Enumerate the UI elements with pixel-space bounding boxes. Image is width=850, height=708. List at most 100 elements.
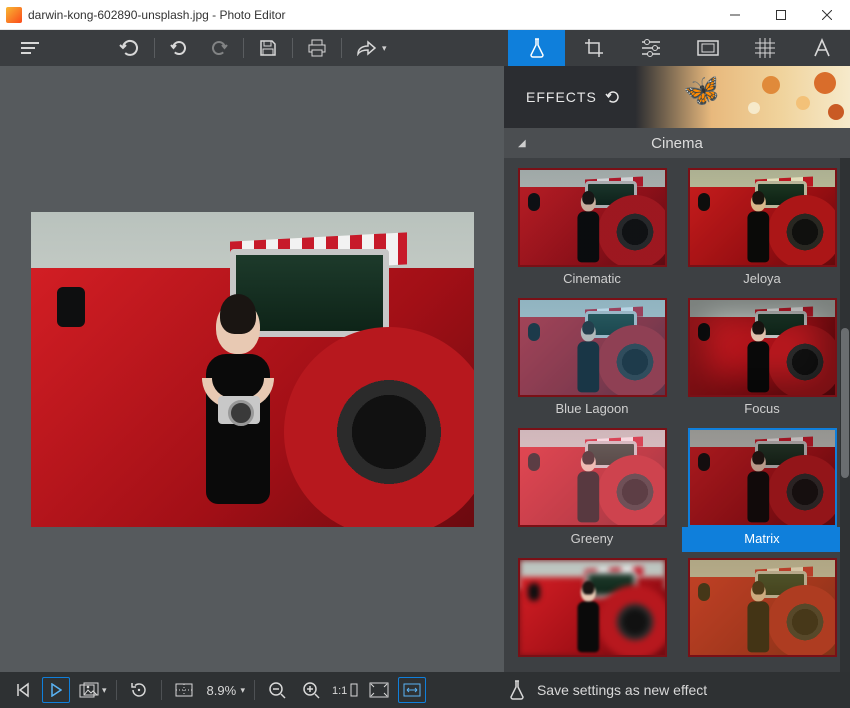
flask-icon	[507, 679, 527, 701]
tool-tabs	[508, 30, 850, 66]
window-titlebar: darwin-kong-602890-unsplash.jpg - Photo …	[0, 0, 850, 30]
effect-preview	[518, 168, 667, 267]
effects-grid: Cinematic Jeloya Blue Lagoon Focus Greeny Mat…	[504, 158, 850, 667]
undo-large-icon	[119, 39, 141, 57]
tab-adjust[interactable]	[622, 30, 679, 66]
zoom-out-button[interactable]	[260, 672, 294, 708]
actual-size-button[interactable]: 1:1	[328, 672, 362, 708]
effect-label: Blue Lagoon	[512, 397, 672, 422]
effect-label	[682, 657, 842, 667]
play-icon	[50, 683, 62, 697]
effects-category-header[interactable]: ◢ Cinema	[504, 128, 850, 158]
effect-preview	[688, 168, 837, 267]
grid-small-icon	[175, 683, 193, 697]
bottom-toolbar: ▾ 8.9% ▾ 1:1 Save settings as new effect	[0, 672, 850, 708]
effect-thumb-cinematic[interactable]: Cinematic	[512, 168, 672, 292]
effect-label	[512, 657, 672, 667]
play-slideshow-button[interactable]	[42, 677, 70, 703]
blossom-decoration	[730, 66, 850, 128]
tab-effects[interactable]	[508, 30, 565, 66]
toolbar-separator	[341, 38, 342, 58]
canvas-area[interactable]	[0, 66, 504, 672]
effect-label: Jeloya	[682, 267, 842, 292]
effects-section-label: EFFECTS	[526, 89, 597, 105]
print-button[interactable]	[297, 30, 337, 66]
text-icon	[812, 38, 832, 58]
effect-thumb-greeny[interactable]: Greeny	[512, 428, 672, 552]
skip-first-icon	[15, 682, 31, 698]
redo-icon	[210, 40, 228, 56]
texture-icon	[755, 38, 775, 58]
effect-preview	[688, 558, 837, 657]
tab-text[interactable]	[793, 30, 850, 66]
effect-preview	[518, 428, 667, 527]
browse-images-button[interactable]	[72, 672, 106, 708]
window-maximize-button[interactable]	[758, 0, 804, 30]
menu-button[interactable]	[10, 30, 50, 66]
chevron-down-icon[interactable]: ▾	[102, 685, 107, 696]
save-as-effect-button[interactable]: Save settings as new effect	[434, 672, 780, 708]
effect-label: Cinematic	[512, 267, 672, 292]
zoom-out-icon	[268, 681, 286, 699]
effect-thumb-matrix[interactable]: Matrix	[682, 428, 842, 552]
one-to-one-icon: 1:1	[332, 682, 358, 698]
frame-icon	[697, 40, 719, 56]
undo-icon	[605, 90, 621, 104]
undo-button[interactable]	[159, 30, 199, 66]
chevron-down-icon[interactable]: ▾	[241, 685, 246, 696]
toolbar-separator	[243, 38, 244, 58]
effect-thumb-jeloya[interactable]: Jeloya	[682, 168, 842, 292]
redo-button[interactable]	[199, 30, 239, 66]
flask-icon	[527, 37, 547, 59]
canvas-photo[interactable]	[31, 212, 474, 527]
save-button[interactable]	[248, 30, 288, 66]
effect-preview	[688, 298, 837, 397]
toolbar-separator	[116, 680, 117, 700]
rotate-button[interactable]	[122, 672, 156, 708]
sliders-icon	[640, 39, 662, 57]
undo-icon	[170, 40, 188, 56]
zoom-in-icon	[302, 681, 320, 699]
panel-scrollbar-handle[interactable]	[841, 328, 849, 478]
fit-screen-button[interactable]	[362, 672, 396, 708]
window-title: darwin-kong-602890-unsplash.jpg - Photo …	[28, 8, 712, 22]
effects-panel-header[interactable]: EFFECTS 🦋	[504, 66, 850, 128]
tab-frame[interactable]	[679, 30, 736, 66]
rotate-icon	[130, 681, 148, 699]
toolbar-separator	[292, 38, 293, 58]
first-image-button[interactable]	[6, 672, 40, 708]
zoom-presets-button[interactable]	[167, 672, 201, 708]
toolbar-separator	[161, 680, 162, 700]
menu-icon	[21, 42, 39, 54]
chevron-down-icon[interactable]: ▾	[382, 43, 387, 54]
effect-thumb-focus[interactable]: Focus	[682, 298, 842, 422]
effect-thumb-item-7[interactable]	[682, 558, 842, 667]
effects-panel: EFFECTS 🦋 ◢ Cinema Cinematic Jeloya Blue L…	[504, 66, 850, 672]
effect-preview	[518, 298, 667, 397]
crop-icon	[584, 38, 604, 58]
app-icon	[6, 7, 22, 23]
share-icon	[356, 40, 376, 56]
window-close-button[interactable]	[804, 0, 850, 30]
gallery-icon	[79, 682, 99, 698]
svg-text:1:1: 1:1	[332, 685, 347, 697]
effect-preview	[518, 558, 667, 657]
fit-width-button[interactable]	[398, 677, 426, 703]
zoom-in-button[interactable]	[294, 672, 328, 708]
effect-label: Matrix	[682, 527, 842, 552]
tab-crop[interactable]	[565, 30, 622, 66]
effects-category-label: Cinema	[651, 135, 703, 152]
effect-label: Focus	[682, 397, 842, 422]
effect-thumb-blue-lagoon[interactable]: Blue Lagoon	[512, 298, 672, 422]
effect-label: Greeny	[512, 527, 672, 552]
window-minimize-button[interactable]	[712, 0, 758, 30]
effect-thumb-item-6[interactable]	[512, 558, 672, 667]
save-icon	[259, 39, 277, 57]
save-as-effect-label: Save settings as new effect	[537, 682, 707, 698]
toolbar-separator	[154, 38, 155, 58]
tab-texture[interactable]	[736, 30, 793, 66]
share-button[interactable]	[346, 30, 386, 66]
panel-scrollbar[interactable]	[840, 158, 850, 672]
undo-all-button[interactable]	[110, 30, 150, 66]
print-icon	[307, 39, 327, 57]
